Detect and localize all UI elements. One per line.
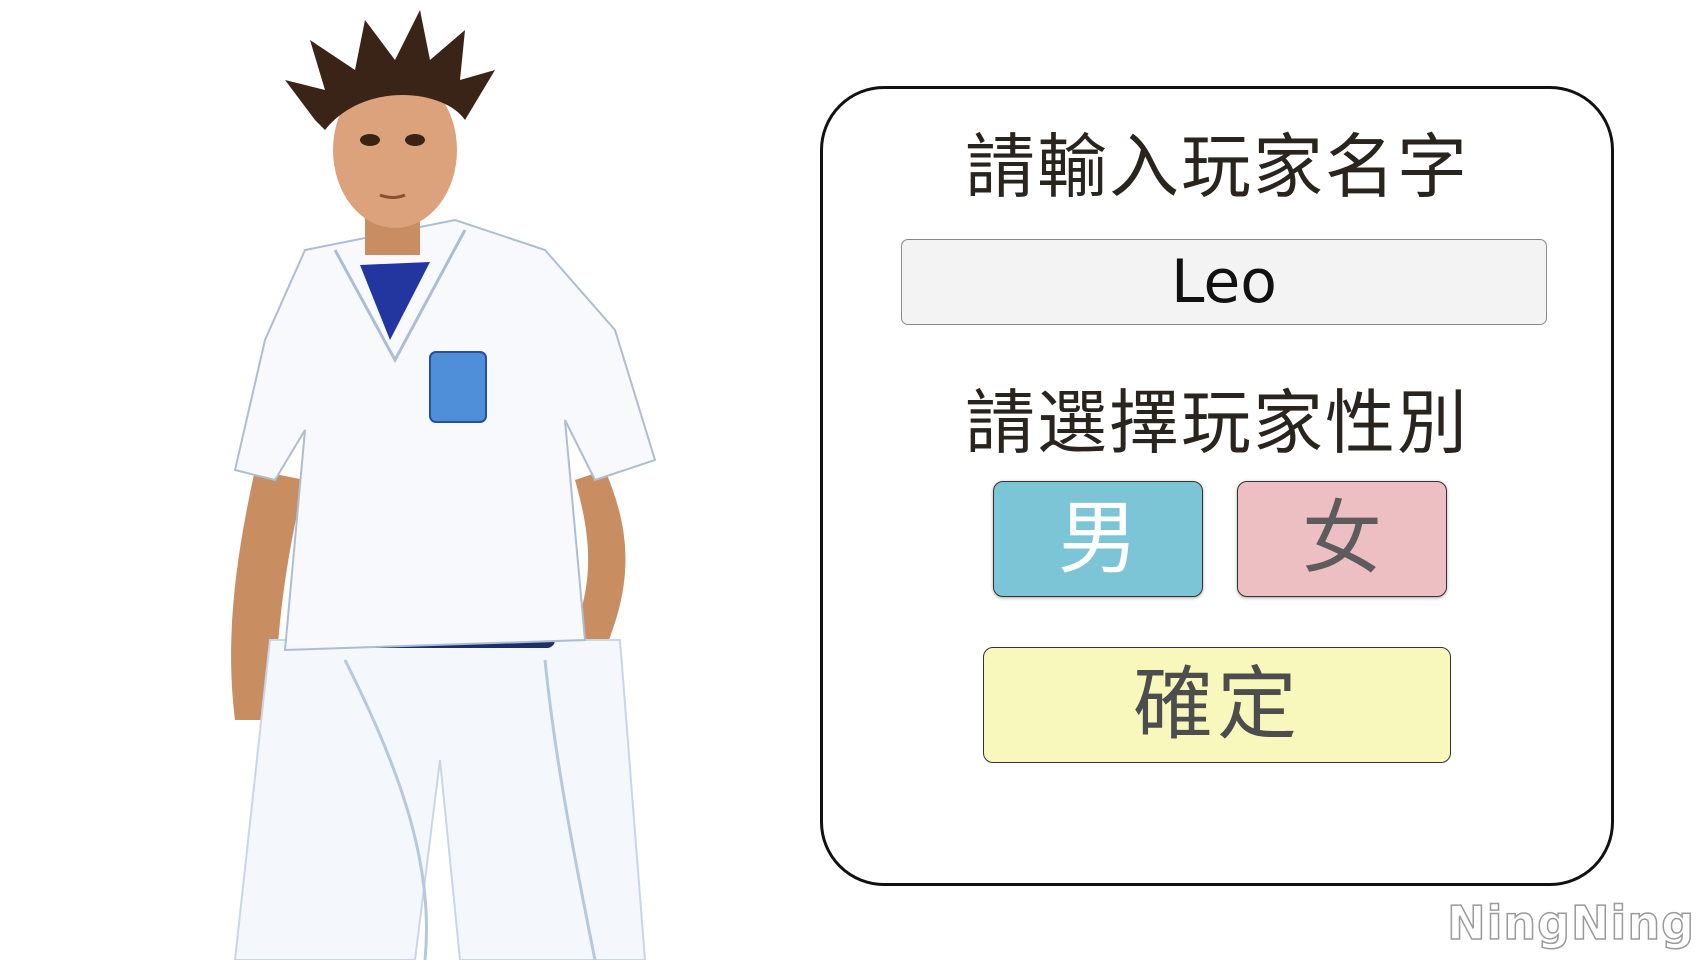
player-setup-panel: 請輸入玩家名字 請選擇玩家性別 男 女 確定: [820, 86, 1614, 886]
female-button[interactable]: 女: [1237, 481, 1447, 597]
character-illustration: [231, 10, 657, 960]
confirm-button[interactable]: 確定: [983, 647, 1451, 763]
male-button[interactable]: 男: [993, 481, 1203, 597]
name-prompt-heading: 請輸入玩家名字: [965, 126, 1469, 208]
watermark-text: NingNing: [1446, 895, 1695, 951]
player-name-input[interactable]: [901, 239, 1547, 325]
gender-prompt-heading: 請選擇玩家性別: [965, 382, 1469, 464]
